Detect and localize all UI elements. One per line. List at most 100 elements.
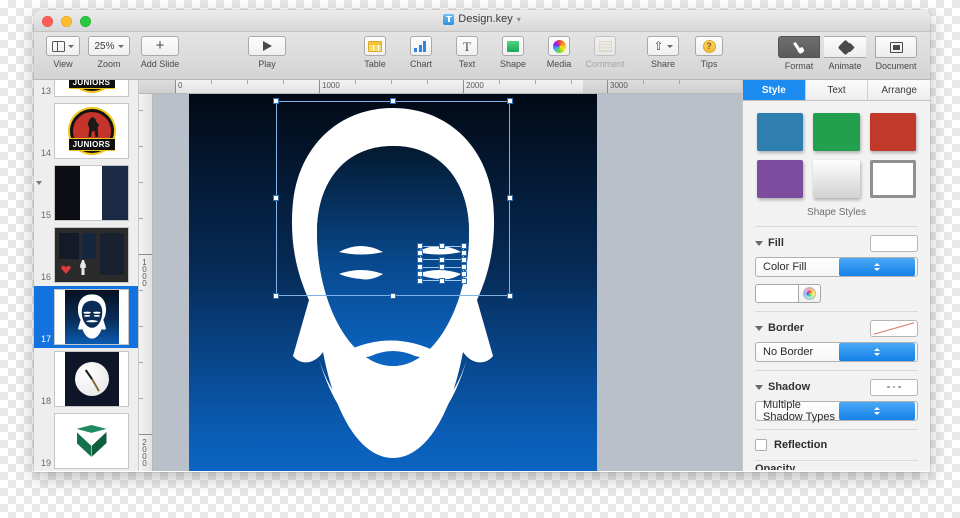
border-section-header[interactable]: Border [755, 318, 918, 338]
comment-button[interactable] [594, 36, 616, 56]
document-title[interactable]: Design.key ▾ [34, 13, 930, 25]
toolbar-item-share[interactable]: ⇧ Share [640, 32, 686, 69]
shadow-section-header[interactable]: Shadow [755, 377, 918, 397]
play-button[interactable] [248, 36, 286, 56]
toolbar-item-table[interactable]: Table [352, 32, 398, 69]
selection-handle-w[interactable] [272, 194, 279, 201]
tab-style[interactable]: Style [743, 80, 806, 100]
selection-handle-n[interactable] [438, 242, 445, 249]
shape-style-white-gradient[interactable] [813, 160, 860, 198]
selection-handle-se[interactable] [460, 277, 467, 284]
canvas-scroll-area[interactable] [153, 94, 742, 471]
toolbar-item-tips[interactable]: ? Tips [686, 32, 732, 69]
selection-handle-s[interactable] [438, 256, 445, 263]
slide-number: 14 [40, 148, 51, 158]
shape-style-white-outline[interactable] [869, 160, 916, 198]
slide-thumbnail-19[interactable]: 19 [34, 410, 138, 471]
disclosure-triangle-icon[interactable] [755, 240, 763, 246]
selection-handle-w[interactable] [416, 249, 423, 256]
selection-handle-se[interactable] [460, 256, 467, 263]
disclosure-triangle-icon[interactable] [755, 325, 763, 331]
shadow-type-select[interactable]: Multiple Shadow Types [755, 399, 918, 423]
color-wheel-button[interactable] [799, 284, 821, 303]
selection-handle-se[interactable] [506, 292, 513, 299]
selection-handle-ne[interactable] [506, 97, 513, 104]
chevron-down-icon[interactable]: ▾ [517, 15, 521, 24]
toolbar-item-comment[interactable]: Comment [582, 32, 628, 69]
table-button[interactable] [364, 36, 386, 56]
share-button[interactable]: ⇧ [647, 36, 679, 56]
vertical-ruler[interactable]: 1000 2000 [139, 94, 153, 471]
stepper-icon[interactable] [839, 258, 915, 276]
chevron-down-icon [666, 44, 673, 48]
selection-handle-ne[interactable] [460, 263, 467, 270]
reflection-row[interactable]: Reflection [743, 430, 930, 460]
selection-handle-w[interactable] [416, 270, 423, 277]
horizontal-ruler[interactable]: 0 1000 2000 3000 [139, 80, 742, 94]
text-button[interactable]: T [456, 36, 478, 56]
toolbar-item-media[interactable]: Media [536, 32, 582, 69]
selection-handle-sw[interactable] [272, 292, 279, 299]
fill-color-well[interactable] [755, 284, 799, 303]
selection-box-primary[interactable] [276, 101, 510, 296]
stepper-icon[interactable] [839, 402, 915, 420]
format-button[interactable] [778, 36, 820, 58]
toolbar-item-shape[interactable]: Shape [490, 32, 536, 69]
selection-handle-n[interactable] [389, 97, 396, 104]
toolbar-item-format[interactable]: Format [776, 32, 822, 71]
slide-navigator[interactable]: 13 JUNIORS 14 JUNIORS 15 16 17 18 19 [34, 80, 139, 471]
toolbar-item-text[interactable]: T Text [444, 32, 490, 69]
fill-type-select[interactable]: Color Fill [755, 257, 918, 277]
selection-handle-e[interactable] [506, 194, 513, 201]
media-button[interactable] [548, 36, 570, 56]
selection-handle-s[interactable] [389, 292, 396, 299]
slide-thumbnail-14[interactable]: 14 JUNIORS [34, 100, 138, 162]
selection-handle-nw[interactable] [272, 97, 279, 104]
toolbar-item-chart[interactable]: Chart [398, 32, 444, 69]
shape-style-purple[interactable] [757, 160, 804, 198]
add-slide-button[interactable]: + [141, 36, 179, 56]
slide-thumbnail-16[interactable]: 16 [34, 224, 138, 286]
animate-button[interactable] [824, 36, 866, 58]
disclosure-triangle-icon[interactable] [755, 384, 763, 390]
shape-style-blue[interactable] [757, 113, 804, 151]
fill-preview [870, 234, 918, 252]
toolbar-item-add-slide[interactable]: + Add Slide [132, 32, 188, 69]
selection-handle-nw[interactable] [416, 263, 423, 270]
shape-style-green[interactable] [813, 113, 860, 151]
slide-thumbnail-15[interactable]: 15 [34, 162, 138, 224]
selection-handle-s[interactable] [438, 277, 445, 284]
selection-handle-nw[interactable] [416, 242, 423, 249]
document-button[interactable] [875, 36, 917, 58]
selection-handle-e[interactable] [460, 270, 467, 277]
toolbar-label-table: Table [364, 59, 386, 69]
toolbar-item-play[interactable]: Play [244, 32, 290, 69]
reflection-checkbox[interactable] [755, 439, 767, 451]
chart-button[interactable] [410, 36, 432, 56]
tab-text[interactable]: Text [805, 80, 869, 100]
selection-handle-sw[interactable] [416, 256, 423, 263]
shape-style-red[interactable] [869, 113, 916, 151]
slide-thumbnail-18[interactable]: 18 [34, 348, 138, 410]
slide-canvas[interactable] [189, 94, 597, 471]
border-type-select[interactable]: No Border [755, 342, 918, 362]
main-toolbar: View 25% Zoom + Add Slide Play Table Cha… [34, 32, 930, 80]
tab-arrange[interactable]: Arrange [868, 80, 930, 100]
stepper-icon[interactable] [839, 343, 915, 361]
toolbar-item-view[interactable]: View [40, 32, 86, 69]
toolbar-item-animate[interactable]: Animate [822, 32, 868, 71]
disclosure-triangle-icon[interactable] [36, 181, 42, 185]
toolbar-item-document[interactable]: Document [868, 32, 924, 71]
selection-handle-ne[interactable] [460, 242, 467, 249]
view-button[interactable] [46, 36, 80, 56]
tips-button[interactable]: ? [695, 36, 723, 56]
slide-thumbnail-13[interactable]: 13 JUNIORS [34, 80, 138, 100]
selection-handle-sw[interactable] [416, 277, 423, 284]
slide-thumbnail-17[interactable]: 17 [34, 286, 138, 348]
toolbar-item-zoom[interactable]: 25% Zoom [86, 32, 132, 69]
selection-handle-e[interactable] [460, 249, 467, 256]
fill-section-header[interactable]: Fill [755, 233, 918, 253]
selection-handle-n[interactable] [438, 263, 445, 270]
shape-button[interactable] [502, 36, 524, 56]
zoom-button-toolbar[interactable]: 25% [88, 36, 130, 56]
